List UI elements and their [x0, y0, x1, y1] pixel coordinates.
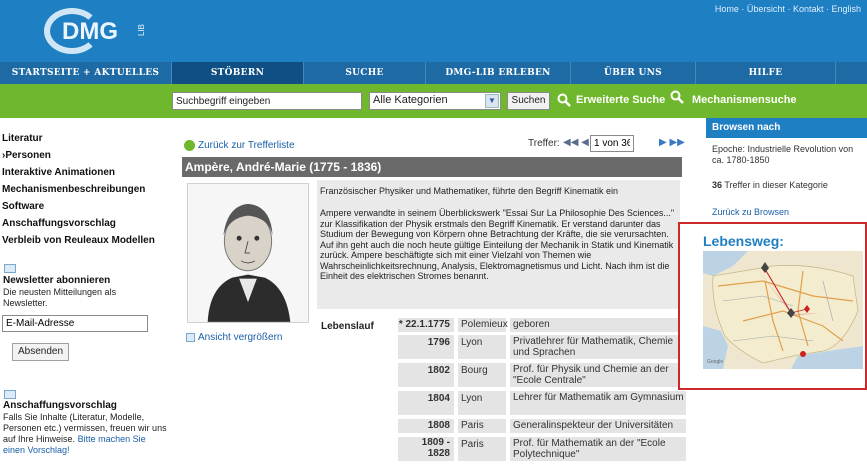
row-date: 1809 - 1828: [398, 437, 454, 461]
row-place: Paris: [458, 437, 506, 461]
row-text: geboren: [510, 318, 686, 332]
search-button[interactable]: Suchen: [507, 92, 550, 110]
topnav-overview[interactable]: Übersicht: [747, 4, 785, 14]
envelope-icon: [4, 264, 16, 273]
email-field[interactable]: [2, 315, 148, 332]
logo-sub: LIB: [137, 24, 146, 37]
left-sidebar: Literatur ›Personen Interaktive Animatio…: [0, 130, 170, 249]
row-place: Paris: [458, 419, 506, 433]
gear-magnifier-icon: [670, 90, 684, 104]
logo[interactable]: DMG: [62, 18, 118, 46]
newsletter-title: Newsletter abonnieren: [3, 275, 111, 286]
search-input[interactable]: [172, 92, 362, 110]
row-text: Prof. für Mathematik an der "Ecole Polyt…: [510, 437, 686, 461]
sidebar-item-software[interactable]: Software: [0, 198, 170, 215]
sidebar-item-literature[interactable]: Literatur: [0, 130, 170, 147]
mechanism-search-link[interactable]: Mechanismensuche: [692, 94, 797, 106]
nav-search[interactable]: SUCHE: [304, 62, 426, 84]
hits-input[interactable]: [590, 135, 634, 152]
back-to-results-link[interactable]: Zurück zur Trefferliste: [198, 140, 295, 151]
nav-home[interactable]: STARTSEITE + AKTUELLES: [0, 62, 172, 84]
envelope-icon: [4, 390, 16, 399]
portrait-image[interactable]: [187, 183, 309, 323]
sidebar-item-mechanisms[interactable]: Mechanismenbeschreibungen: [0, 181, 170, 198]
top-navigation: Home · Übersicht · Kontakt · English: [714, 4, 861, 14]
enlarge-icon: [186, 333, 195, 342]
advanced-search-link[interactable]: Erweiterte Suche: [576, 94, 665, 106]
topnav-english[interactable]: English: [831, 4, 861, 14]
description-body: Ampere verwandte in seinem Überblickswer…: [320, 208, 675, 281]
row-place: Lyon: [458, 335, 506, 359]
category-select[interactable]: Alle Kategorien ▼: [369, 92, 501, 110]
nav-help[interactable]: HILFE: [696, 62, 836, 84]
newsletter-description: Die neusten Mitteilungen als Newsletter.: [3, 287, 117, 308]
topnav-home[interactable]: Home: [715, 4, 739, 14]
map-marker-south: [800, 351, 806, 357]
newsletter-submit-button[interactable]: Absenden: [12, 343, 69, 361]
row-place: Lyon: [458, 391, 506, 415]
row-date: * 22.1.1775: [398, 318, 454, 332]
lebenslauf-label: Lebenslauf: [321, 321, 374, 332]
category-hits: 36 Treffer in dieser Kategorie: [712, 180, 828, 190]
site-header: DMG LIB Home · Übersicht · Kontakt · Eng…: [0, 0, 867, 62]
suggestion-description: Falls Sie Inhalte (Literatur, Modelle, P…: [3, 412, 168, 456]
suggestion-title: Anschaffungsvorschlag: [3, 400, 117, 411]
page-title: Ampère, André-Marie (1775 - 1836): [185, 160, 382, 174]
epoch-text: Epoche: Industrielle Revolution von ca. …: [712, 144, 854, 165]
back-arrow-icon: [184, 140, 195, 151]
row-date: 1802: [398, 363, 454, 387]
row-date: 1808: [398, 419, 454, 433]
magnifier-icon: [557, 93, 571, 107]
category-hits-count: 36: [712, 180, 723, 190]
search-bar: Alle Kategorien ▼ Suchen Erweiterte Such…: [0, 84, 867, 118]
row-text: Lehrer für Mathematik am Gymnasium: [510, 391, 686, 415]
nav-browse[interactable]: STÖBERN: [172, 62, 304, 84]
category-hits-text: Treffer in dieser Kategorie: [724, 180, 828, 190]
next-last-icon[interactable]: ▶ ▶▶: [659, 137, 685, 148]
first-prev-icon[interactable]: ◀◀ ◀: [563, 137, 589, 148]
enlarge-link[interactable]: Ansicht vergrößern: [198, 332, 282, 343]
row-place: Bourg: [458, 363, 506, 387]
row-place: Polemieux: [458, 318, 508, 332]
topnav-contact[interactable]: Kontakt: [793, 4, 824, 14]
svg-text:Google: Google: [707, 359, 723, 365]
back-to-browse-link[interactable]: Zurück zu Browsen: [712, 207, 789, 217]
main-navigation: STARTSEITE + AKTUELLES STÖBERN SUCHE DMG…: [0, 62, 867, 84]
hits-label: Treffer:: [528, 138, 560, 149]
row-text: Privatlehrer für Mathematik, Chemie und …: [510, 335, 686, 359]
row-date: 1804: [398, 391, 454, 415]
sidebar-item-reuleaux[interactable]: Verbleib von Reuleaux Modellen: [0, 232, 170, 249]
row-text: Prof. für Physik und Chemie an der "Ecol…: [510, 363, 686, 387]
row-text: Generalinspekteur der Universitäten: [510, 419, 686, 433]
nav-about[interactable]: ÜBER UNS: [571, 62, 696, 84]
lebensweg-map[interactable]: Google: [703, 251, 863, 369]
nav-experience[interactable]: DMG-LIB ERLEBEN: [426, 62, 571, 84]
description-lead: Französischer Physiker und Mathematiker,…: [320, 186, 618, 196]
lebensweg-title: Lebensweg:: [703, 233, 784, 249]
row-date: 1796: [398, 335, 454, 359]
sidebar-item-suggestion[interactable]: Anschaffungsvorschlag: [0, 215, 170, 232]
sidebar-item-animations[interactable]: Interaktive Animationen: [0, 164, 170, 181]
category-select-value: Alle Kategorien: [373, 94, 448, 106]
browse-header: Browsen nach: [706, 118, 867, 138]
sidebar-item-persons[interactable]: ›Personen: [0, 147, 170, 164]
chevron-down-icon[interactable]: ▼: [485, 94, 499, 108]
